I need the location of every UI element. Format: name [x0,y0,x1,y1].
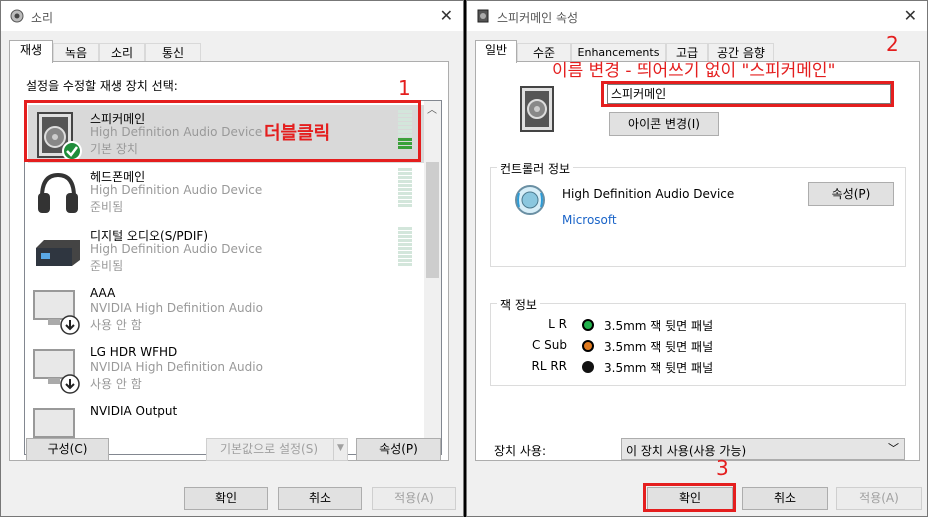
device-item-headphones[interactable]: 헤드폰메인 High Definition Audio Device 준비됨 [28,163,424,221]
annotation-box-name [601,81,894,107]
configure-button[interactable]: 구성(C) [26,438,109,461]
general-panel: 스피커메인 아이콘 변경(I) 컨트롤러 정보 High Definition … [475,61,920,461]
jack-desc: 3.5mm 잭 뒷면 패널 [604,319,714,333]
annotation-step3-number: 3 [716,456,729,480]
controller-info-title: 컨트롤러 정보 [497,160,574,177]
annotation-step1-text: 더블클릭 [264,123,331,144]
jack-color-dot-orange [582,340,594,352]
window-title: 스피커메인 속성 [497,11,579,25]
audio-controller-icon [515,185,545,215]
set-default-divider [333,439,334,460]
device-name: AAA [90,286,116,300]
apply-button[interactable]: 적용(A) [836,487,922,510]
controller-info-group: 컨트롤러 정보 High Definition Audio Device Mic… [490,160,906,267]
close-icon[interactable]: ✕ [904,6,917,25]
monitor-disabled-icon [33,290,80,335]
jack-info-title: 잭 정보 [497,296,540,313]
cancel-button[interactable]: 취소 [742,487,828,510]
tab-communications[interactable]: 통신 [145,43,201,62]
apply-button[interactable]: 적용(A) [372,487,456,510]
controller-properties-button[interactable]: 속성(P) [808,182,894,206]
annotation-step1-number: 1 [398,76,411,100]
tab-sounds[interactable]: 소리 [99,43,145,62]
device-item-spdif[interactable]: 디지털 오디오(S/PDIF) High Definition Audio De… [28,222,424,280]
properties-button[interactable]: 속성(P) [356,438,441,461]
device-status: 준비됨 [90,259,124,273]
speaker-title-icon [10,9,24,23]
controller-name: High Definition Audio Device [562,187,735,201]
close-icon[interactable]: ✕ [440,6,453,25]
level-meter [398,168,412,208]
annotation-box-device [24,100,421,162]
jack-info-group: 잭 정보 L R 3.5mm 잭 뒷면 패널 C Sub 3.5mm 잭 뒷면 … [490,296,906,386]
change-icon-button[interactable]: 아이콘 변경(I) [609,112,719,136]
device-status: 사용 안 함 [90,377,142,391]
annotation-step2-number: 2 [886,32,899,56]
cancel-button[interactable]: 취소 [278,487,362,510]
scroll-up-icon[interactable]: ︿ [427,101,437,116]
sound-dialog: 소리 ✕ 재생 녹음 소리 통신 설정을 수정할 재생 장치 선택: 스피커메인… [0,0,464,517]
monitor-disabled-icon [33,349,80,394]
device-desc: High Definition Audio Device [90,183,263,197]
properties-titlebar: 스피커메인 속성 ✕ [467,1,927,31]
sound-dialog-titlebar: 소리 ✕ [1,1,463,31]
set-default-label: 기본값으로 설정(S) [219,442,319,456]
device-name: LG HDR WFHD [90,345,178,359]
device-status: 사용 안 함 [90,318,142,332]
level-meter [398,227,412,267]
device-desc: NVIDIA High Definition Audio [90,301,263,315]
tab-general[interactable]: 일반 [475,40,517,63]
set-default-button[interactable]: 기본값으로 설정(S) ▼ [206,438,348,461]
annotation-step2-text: 이름 변경 - 띄어쓰기 없이 "스피커메인" [552,61,836,81]
device-desc: High Definition Audio Device [90,242,263,256]
speaker-device-icon [520,86,554,132]
scroll-thumb[interactable] [426,162,439,278]
tab-playback[interactable]: 재생 [9,40,53,63]
device-item-aaa[interactable]: AAA NVIDIA High Definition Audio 사용 안 함 [28,281,424,339]
device-name: NVIDIA Output [90,404,178,418]
jack-color-dot-black [582,361,594,373]
speaker-title-icon [477,9,489,23]
digital-audio-icon [36,240,80,266]
dropdown-arrow-icon[interactable]: ▼ [337,438,344,459]
device-desc: NVIDIA High Definition Audio [90,360,263,374]
ok-button[interactable]: 확인 [184,487,268,510]
device-usage-label: 장치 사용: [494,444,547,458]
jack-label: RL RR [531,359,567,373]
window-title: 소리 [31,11,54,25]
chevron-down-icon: ﹀ [888,442,899,455]
jack-color-dot-green [582,319,594,331]
tab-recording[interactable]: 녹음 [53,43,99,62]
jack-label: C Sub [531,338,567,352]
device-usage-select[interactable]: 이 장치 사용(사용 가능) ﹀ [621,438,905,460]
device-list-scrollbar[interactable]: ︿ ﹀ [424,101,441,454]
headphones-icon [38,172,78,213]
annotation-box-ok [643,483,736,512]
jack-desc: 3.5mm 잭 뒷면 패널 [604,361,714,375]
device-status: 준비됨 [90,200,124,214]
jack-label: L R [548,317,567,331]
device-item-lg-monitor[interactable]: LG HDR WFHD NVIDIA High Definition Audio… [28,340,424,398]
controller-vendor[interactable]: Microsoft [562,213,617,227]
instruction-text: 설정을 수정할 재생 장치 선택: [26,79,178,93]
jack-desc: 3.5mm 잭 뒷면 패널 [604,340,714,354]
